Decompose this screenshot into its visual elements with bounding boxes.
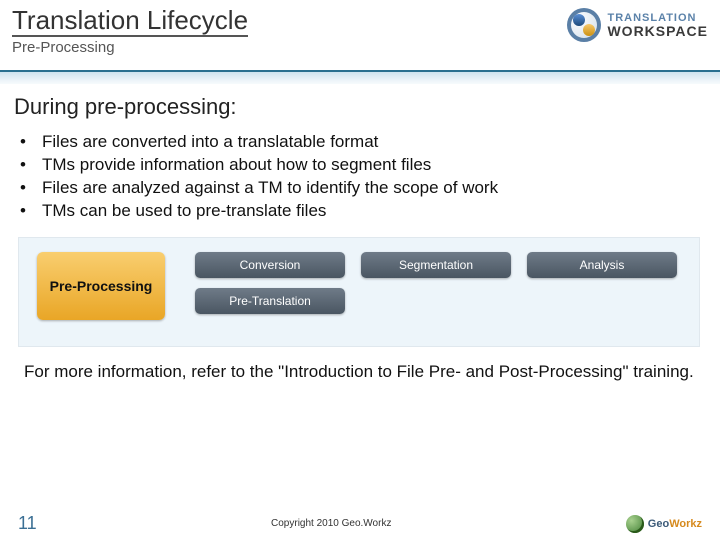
footer-brand-workz: Workz [669, 518, 702, 530]
header: Translation Lifecycle Pre-Processing TRA… [0, 0, 720, 70]
brand-logo: TRANSLATION WORKSPACE [567, 8, 708, 42]
slide-title: Translation Lifecycle [12, 6, 248, 37]
page-number: 11 [18, 513, 37, 534]
brand-logo-text: TRANSLATION WORKSPACE [607, 13, 708, 38]
bullet-item: TMs can be used to pre-translate files [20, 201, 704, 221]
bullet-item: Files are analyzed against a TM to ident… [20, 178, 704, 198]
content-area: During pre-processing: Files are convert… [0, 84, 720, 384]
footer: 11 Copyright 2010 Geo.Workz GeoWorkz [0, 513, 720, 534]
pre-translation-node: Pre-Translation [195, 288, 345, 314]
header-divider-bar [0, 70, 720, 84]
section-heading: During pre-processing: [14, 94, 704, 120]
pre-processing-node: Pre-Processing [37, 252, 165, 320]
workflow-diagram: Pre-Processing Conversion Segmentation A… [18, 237, 700, 347]
bullet-list: Files are converted into a translatable … [20, 132, 704, 221]
copyright-text: Copyright 2010 Geo.Workz [37, 518, 626, 529]
footer-logo: GeoWorkz [626, 515, 702, 533]
bullet-item: Files are converted into a translatable … [20, 132, 704, 152]
more-info-text: For more information, refer to the "Intr… [24, 361, 694, 384]
brand-bottom: WORKSPACE [607, 24, 708, 38]
conversion-node: Conversion [195, 252, 345, 278]
analysis-node: Analysis [527, 252, 677, 278]
people-circle-icon [567, 8, 601, 42]
brand-top: TRANSLATION [607, 13, 708, 24]
bullet-item: TMs provide information about how to seg… [20, 155, 704, 175]
footer-brand-text: GeoWorkz [648, 518, 702, 530]
globe-icon [626, 515, 644, 533]
footer-brand-geo: Geo [648, 518, 669, 530]
segmentation-node: Segmentation [361, 252, 511, 278]
